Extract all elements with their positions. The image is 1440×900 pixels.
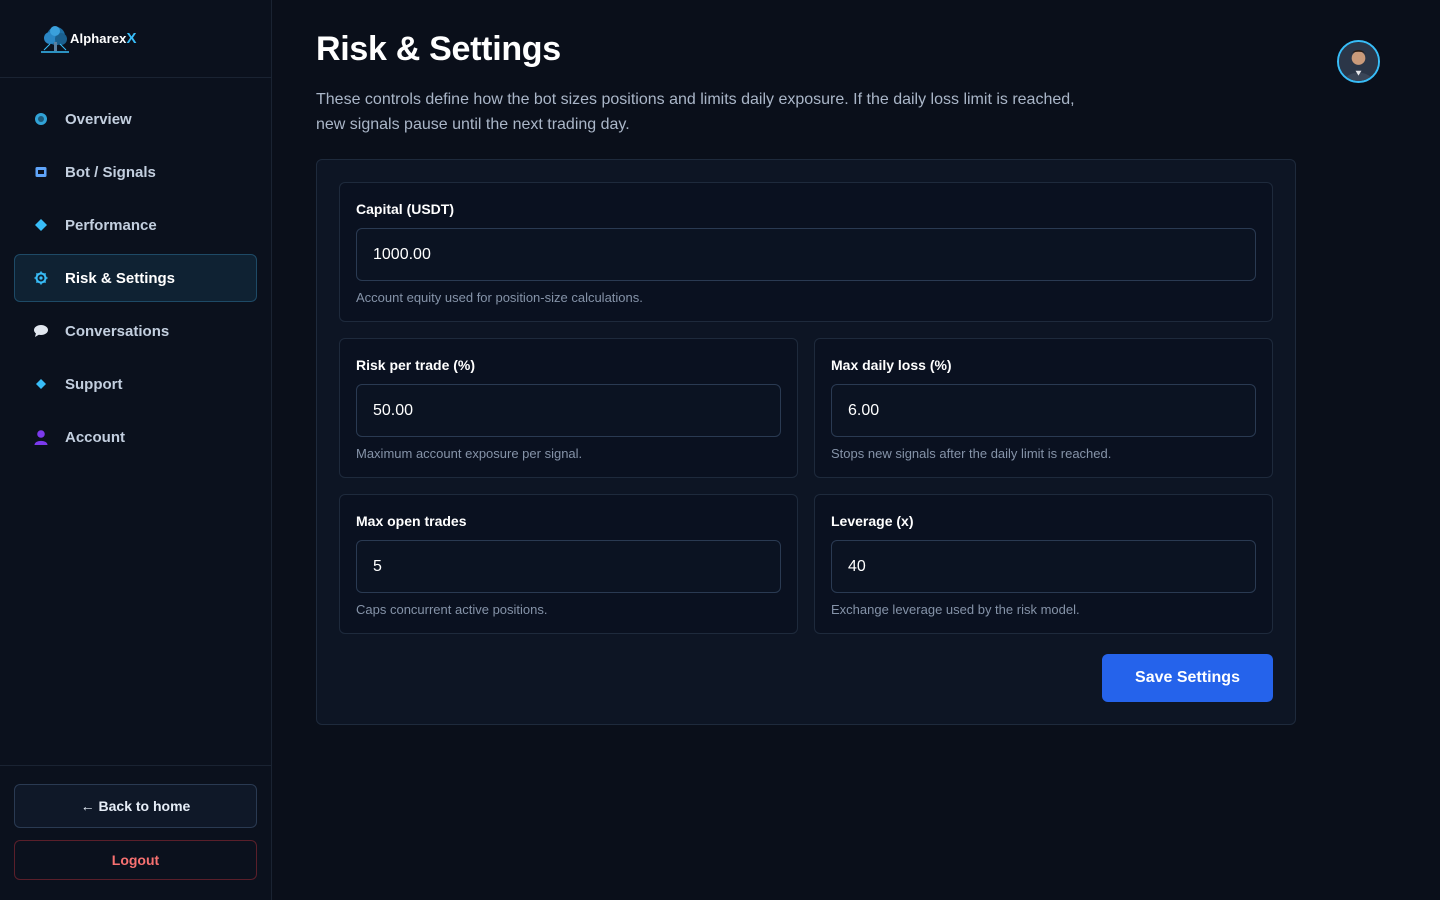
- risk-per-trade-help: Maximum account exposure per signal.: [356, 446, 583, 461]
- leverage-card: Leverage (x) Exchange leverage used by t…: [814, 494, 1273, 634]
- sidebar-footer: ← Back to home Logout: [0, 765, 271, 900]
- leverage-help: Exchange leverage used by the risk model…: [831, 602, 1080, 617]
- page-title: Risk & Settings: [316, 30, 561, 68]
- page-description: These controls define how the bot sizes …: [316, 91, 1075, 133]
- leverage-label: Leverage (x): [831, 513, 914, 529]
- brand-header: Alpharex X: [0, 0, 271, 78]
- trades-row: Max open trades Caps concurrent active p…: [339, 494, 1273, 634]
- capital-card: Capital (USDT) Account equity used for p…: [339, 182, 1273, 322]
- sidebar-item-label: Performance: [65, 216, 157, 234]
- main-content: Risk & Settings These controls define ho…: [272, 0, 1440, 900]
- save-settings-button[interactable]: Save Settings: [1102, 654, 1273, 702]
- max-open-trades-help: Caps concurrent active positions.: [356, 602, 548, 617]
- risk-settings-panel: Capital (USDT) Account equity used for p…: [316, 159, 1296, 725]
- sidebar-item-risk-settings[interactable]: Risk & Settings: [14, 254, 257, 302]
- sidebar-item-conversations[interactable]: Conversations: [14, 307, 257, 355]
- gear-icon: [33, 270, 49, 286]
- sidebar-item-overview[interactable]: Overview: [14, 95, 257, 143]
- sidebar-item-performance[interactable]: Performance: [14, 201, 257, 249]
- diamond-icon: [33, 217, 49, 233]
- brand-logo[interactable]: Alpharex X: [38, 22, 136, 56]
- max-daily-loss-label: Max daily loss (%): [831, 357, 952, 373]
- user-avatar-icon: [1339, 42, 1378, 81]
- capital-label: Capital (USDT): [356, 201, 454, 217]
- risk-per-trade-card: Risk per trade (%) Maximum account expos…: [339, 338, 798, 478]
- sidebar-item-label: Overview: [65, 110, 132, 128]
- max-open-trades-label: Max open trades: [356, 513, 467, 529]
- app-root: Alpharex X Overview Bot / Signals Perfor…: [0, 0, 1440, 900]
- diamond-icon: [33, 376, 49, 392]
- sidebar-item-label: Bot / Signals: [65, 163, 156, 181]
- user-icon: [33, 429, 49, 445]
- sidebar-item-label: Support: [65, 375, 123, 393]
- risk-per-trade-label: Risk per trade (%): [356, 357, 476, 373]
- chat-bubble-icon: [33, 323, 49, 339]
- capital-help: Account equity used for position-size ca…: [356, 290, 643, 305]
- sidebar-item-account[interactable]: Account: [14, 413, 257, 461]
- max-open-trades-input[interactable]: [356, 540, 781, 593]
- sidebar-item-support[interactable]: Support: [14, 360, 257, 408]
- logout-button[interactable]: Logout: [14, 840, 257, 880]
- sidebar-item-bot-signals[interactable]: Bot / Signals: [14, 148, 257, 196]
- max-open-trades-card: Max open trades Caps concurrent active p…: [339, 494, 798, 634]
- brand-name: Alpharex: [70, 31, 127, 46]
- capital-input[interactable]: [356, 228, 1256, 281]
- circle-icon: [33, 111, 49, 127]
- avatar[interactable]: [1337, 40, 1380, 83]
- sidebar-item-label: Risk & Settings: [65, 269, 176, 287]
- sidebar-item-label: Conversations: [65, 322, 170, 340]
- risk-per-trade-input[interactable]: [356, 384, 781, 437]
- tree-logo-icon: [41, 25, 69, 53]
- leverage-input[interactable]: [831, 540, 1256, 593]
- brand-x-mark: X: [126, 30, 137, 47]
- max-daily-loss-help: Stops new signals after the daily limit …: [831, 446, 1112, 461]
- max-daily-loss-input[interactable]: [831, 384, 1256, 437]
- risk-row: Risk per trade (%) Maximum account expos…: [339, 338, 1273, 478]
- back-home-button[interactable]: ← Back to home: [14, 784, 257, 828]
- sidebar: Alpharex X Overview Bot / Signals Perfor…: [0, 0, 272, 900]
- sidebar-nav: Overview Bot / Signals Performance Risk …: [0, 78, 271, 765]
- robot-icon: [33, 164, 49, 180]
- sidebar-item-label: Account: [65, 428, 125, 446]
- max-daily-loss-card: Max daily loss (%) Stops new signals aft…: [814, 338, 1273, 478]
